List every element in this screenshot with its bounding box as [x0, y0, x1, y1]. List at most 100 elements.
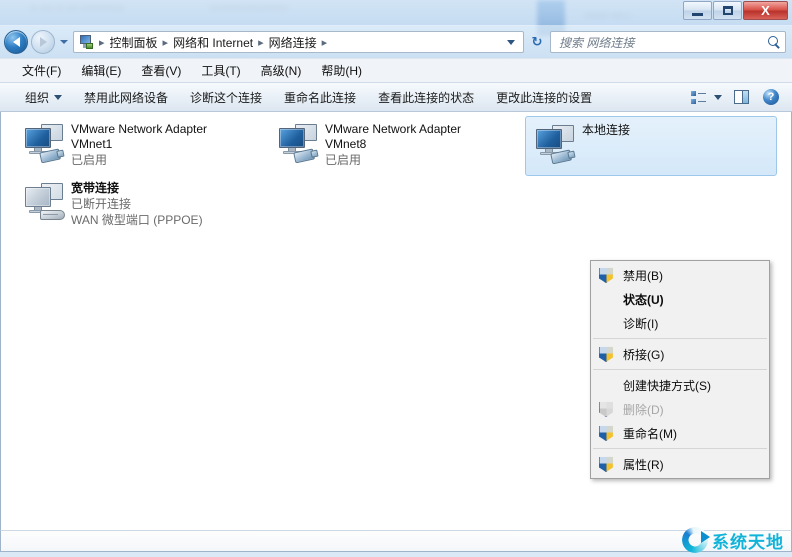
- breadcrumb-item-1[interactable]: 网络和 Internet: [171, 34, 255, 51]
- context-menu-separator: [593, 369, 767, 370]
- context-menu-item-rename[interactable]: 重命名(M): [591, 421, 769, 445]
- breadcrumb-separator: ▸: [321, 36, 328, 49]
- context-menu-item-label: 删除(D): [623, 402, 664, 417]
- window-controls: X: [683, 1, 788, 20]
- breadcrumb-item-0[interactable]: 控制面板: [108, 34, 160, 51]
- list-item[interactable]: 宽带连接 已断开连接 WAN 微型端口 (PPPOE): [15, 175, 267, 235]
- minimize-button[interactable]: [683, 1, 712, 20]
- menu-advanced[interactable]: 高级(N): [251, 60, 312, 81]
- list-item-text: VMware Network Adapter VMnet1 已启用: [71, 120, 263, 176]
- forward-button[interactable]: [31, 30, 55, 54]
- preview-pane-icon: [733, 90, 749, 104]
- shield-icon-disabled: [595, 398, 617, 420]
- disable-device-button[interactable]: 禁用此网络设备: [73, 86, 179, 109]
- context-menu-item-label: 创建快捷方式(S): [623, 378, 711, 393]
- preview-pane-button[interactable]: [726, 86, 756, 108]
- recent-pages-chevron-icon[interactable]: [60, 40, 68, 44]
- breadcrumb-separator: ▸: [258, 36, 264, 49]
- back-arrow-icon: [12, 37, 20, 47]
- connection-name: VMware Network Adapter: [325, 122, 462, 136]
- connection-device: WAN 微型端口 (PPPOE): [71, 213, 203, 227]
- connection-name: 本地连接: [582, 123, 631, 137]
- connection-name-line2: VMnet1: [71, 137, 113, 151]
- context-menu-item-label: 诊断(I): [623, 316, 659, 331]
- command-bar: 组织 禁用此网络设备 诊断这个连接 重命名此连接 查看此连接的状态 更改此连接的…: [0, 82, 792, 112]
- menu-bar: 文件(F) 编辑(E) 查看(V) 工具(T) 高级(N) 帮助(H): [0, 58, 792, 82]
- context-menu-item-label: 禁用(B): [623, 268, 663, 283]
- connection-name-line2: VMnet8: [325, 137, 367, 151]
- context-menu-item-status[interactable]: 状态(U): [591, 287, 769, 311]
- no-icon: [595, 288, 617, 310]
- context-menu-separator: [593, 338, 767, 339]
- chevron-down-icon: [54, 94, 63, 100]
- context-menu-item-properties[interactable]: 属性(R): [591, 452, 769, 476]
- view-status-button[interactable]: 查看此连接的状态: [367, 86, 485, 109]
- refresh-button[interactable]: ↻: [527, 31, 547, 53]
- context-menu: 禁用(B) 状态(U) 诊断(I) 桥接(G) 创建快捷方式(S) 删除(D) …: [590, 260, 770, 479]
- title-bar: X: [0, 0, 792, 26]
- shield-icon: [595, 264, 617, 286]
- network-adapter-icon: [21, 122, 71, 166]
- list-item-selected[interactable]: 本地连接: [525, 116, 777, 176]
- connections-list: VMware Network Adapter VMnet1 已启用 VMware…: [0, 112, 792, 530]
- context-menu-item-create-shortcut[interactable]: 创建快捷方式(S): [591, 373, 769, 397]
- breadcrumb-separator: ▸: [162, 36, 169, 49]
- search-placeholder: 搜索 网络连接: [559, 35, 635, 50]
- address-bar: ▸ 控制面板 ▸ 网络和 Internet ▸ 网络连接 ▸ ↻ 搜索 网络连接: [0, 26, 792, 58]
- diagnose-connection-button[interactable]: 诊断这个连接: [179, 86, 273, 109]
- chevron-down-icon: [714, 94, 722, 100]
- no-icon: [595, 374, 617, 396]
- rename-connection-button[interactable]: 重命名此连接: [273, 86, 367, 109]
- broadband-modem-icon: [21, 181, 71, 225]
- breadcrumb-item-2[interactable]: 网络连接: [267, 34, 319, 51]
- context-menu-item-label: 状态(U): [623, 292, 664, 307]
- shield-icon: [595, 453, 617, 475]
- no-icon: [595, 312, 617, 334]
- menu-tools[interactable]: 工具(T): [191, 60, 250, 81]
- connection-status: 已断开连接: [71, 197, 132, 211]
- network-connections-icon: [78, 34, 94, 50]
- organize-button[interactable]: 组织: [14, 86, 73, 109]
- context-menu-item-label: 属性(R): [623, 457, 664, 472]
- context-menu-item-diagnose[interactable]: 诊断(I): [591, 311, 769, 335]
- forward-arrow-icon: [39, 37, 47, 47]
- help-icon: ?: [763, 89, 779, 105]
- network-adapter-icon: [532, 123, 582, 167]
- breadcrumb-separator: ▸: [99, 36, 105, 49]
- watermark-logo-icon: [682, 527, 710, 553]
- minimize-icon: [692, 12, 703, 16]
- change-settings-button[interactable]: 更改此连接的设置: [485, 86, 603, 109]
- close-icon: X: [761, 3, 770, 18]
- connection-name: 宽带连接: [71, 181, 120, 195]
- list-item-text: 宽带连接 已断开连接 WAN 微型端口 (PPPOE): [71, 179, 263, 235]
- context-menu-item-disable[interactable]: 禁用(B): [591, 263, 769, 287]
- list-item[interactable]: VMware Network Adapter VMnet8 已启用: [269, 116, 521, 176]
- maximize-button[interactable]: [713, 1, 742, 20]
- context-menu-item-bridge[interactable]: 桥接(G): [591, 342, 769, 366]
- list-item[interactable]: VMware Network Adapter VMnet1 已启用: [15, 116, 267, 176]
- breadcrumb[interactable]: ▸ 控制面板 ▸ 网络和 Internet ▸ 网络连接 ▸: [73, 31, 524, 53]
- menu-file[interactable]: 文件(F): [12, 60, 71, 81]
- context-menu-item-delete: 删除(D): [591, 397, 769, 421]
- views-icon: [690, 90, 706, 104]
- status-bar: [0, 530, 792, 552]
- change-view-chevron[interactable]: [710, 86, 726, 108]
- search-icon: [768, 35, 781, 49]
- list-item-text: 本地连接: [582, 121, 772, 175]
- connection-status: 已启用: [71, 153, 108, 167]
- menu-edit[interactable]: 编辑(E): [71, 60, 131, 81]
- menu-help[interactable]: 帮助(H): [311, 60, 372, 81]
- refresh-icon: ↻: [531, 34, 543, 49]
- search-input[interactable]: 搜索 网络连接: [550, 31, 786, 53]
- change-view-button[interactable]: [686, 86, 710, 108]
- back-button[interactable]: [4, 30, 28, 54]
- address-dropdown-chevron-icon[interactable]: [507, 39, 515, 45]
- context-menu-item-label: 桥接(G): [623, 347, 665, 362]
- watermark: 系统天地: [682, 527, 784, 553]
- menu-view[interactable]: 查看(V): [131, 60, 191, 81]
- help-button[interactable]: ?: [756, 86, 786, 108]
- context-menu-separator: [593, 448, 767, 449]
- network-adapter-icon: [275, 122, 325, 166]
- maximize-icon: [722, 6, 733, 15]
- close-button[interactable]: X: [743, 1, 788, 20]
